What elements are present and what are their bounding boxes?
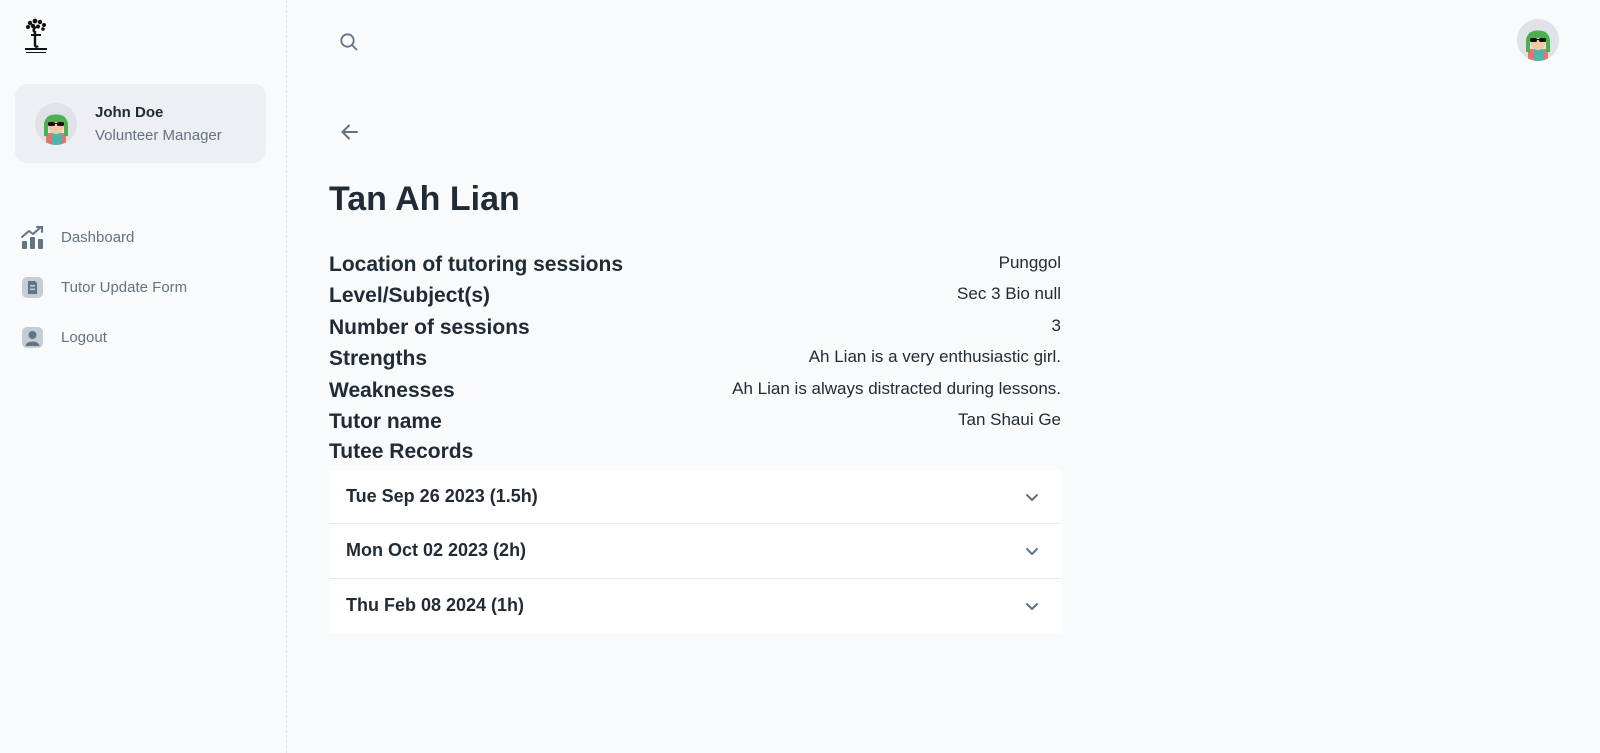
tutee-details: Location of tutoring sessions Punggol Le… (329, 250, 1061, 438)
record-accordion-item[interactable]: Mon Oct 02 2023 (2h) (329, 524, 1061, 579)
user-avatar-button[interactable] (1517, 19, 1559, 61)
detail-value: Ah Lian is a very enthusiastic girl. (808, 347, 1061, 367)
detail-row-location: Location of tutoring sessions Punggol (329, 250, 1061, 281)
detail-row-level-subject: Level/Subject(s) Sec 3 Bio null (329, 281, 1061, 312)
chevron-down-icon (1023, 542, 1041, 560)
sidebar-item-label: Tutor Update Form (61, 279, 188, 296)
detail-value: Sec 3 Bio null (957, 284, 1061, 304)
detail-row-weaknesses: Weaknesses Ah Lian is always distracted … (329, 376, 1061, 407)
detail-row-sessions: Number of sessions 3 (329, 313, 1061, 344)
detail-label: Strengths (329, 347, 428, 371)
records-accordion: Tue Sep 26 2023 (1.5h) Mon Oct 02 2023 (… (329, 470, 1061, 633)
account-role: Volunteer Manager (95, 127, 222, 144)
detail-value: Ah Lian is always distracted during less… (732, 378, 1061, 398)
sidebar-item-label: Logout (61, 329, 107, 346)
record-date-label: Tue Sep 26 2023 (1.5h) (346, 486, 538, 506)
sidebar-item-dashboard[interactable]: Dashboard (0, 213, 287, 263)
chart-icon (21, 226, 44, 249)
detail-label: Number of sessions (329, 315, 530, 339)
sidebar-item-tutor-update-form[interactable]: Tutor Update Form (0, 263, 287, 313)
logo[interactable] (24, 18, 48, 56)
detail-value: 3 (1051, 315, 1061, 335)
detail-label: Level/Subject(s) (329, 284, 491, 308)
search-button[interactable] (334, 29, 364, 59)
detail-row-strengths: Strengths Ah Lian is a very enthusiastic… (329, 344, 1061, 375)
record-date-label: Thu Feb 08 2024 (1h) (346, 594, 525, 615)
user-icon (21, 326, 44, 349)
detail-label: Location of tutoring sessions (329, 253, 624, 276)
account-name: John Doe (95, 104, 164, 121)
sidebar-item-logout[interactable]: Logout (0, 313, 287, 363)
detail-value: Tan Shaui Ge (957, 409, 1061, 429)
chevron-down-icon (1023, 488, 1041, 506)
detail-value: Punggol (998, 253, 1061, 272)
avatar (35, 103, 77, 145)
detail-label: Tutor name (329, 409, 442, 433)
arrow-left-icon (340, 122, 360, 147)
records-heading: Tutee Records (329, 440, 474, 463)
back-button[interactable] (335, 119, 365, 149)
page-title: Tan Ah Lian (329, 180, 520, 218)
account-card[interactable]: John Doe Volunteer Manager (15, 84, 266, 163)
sidebar: John Doe Volunteer Manager Dashboard Tut… (0, 0, 287, 753)
detail-row-tutor-name: Tutor name Tan Shaui Ge (329, 407, 1061, 438)
chevron-down-icon (1023, 597, 1041, 615)
sidebar-item-label: Dashboard (61, 229, 135, 246)
detail-label: Weaknesses (329, 378, 455, 402)
form-icon (21, 276, 44, 299)
sidebar-nav: Dashboard Tutor Update Form Logout (0, 213, 287, 363)
record-accordion-item[interactable]: Thu Feb 08 2024 (1h) (329, 578, 1061, 633)
record-date-label: Mon Oct 02 2023 (2h) (346, 540, 527, 561)
record-accordion-item[interactable]: Tue Sep 26 2023 (1.5h) (329, 470, 1061, 525)
search-icon (339, 32, 359, 57)
